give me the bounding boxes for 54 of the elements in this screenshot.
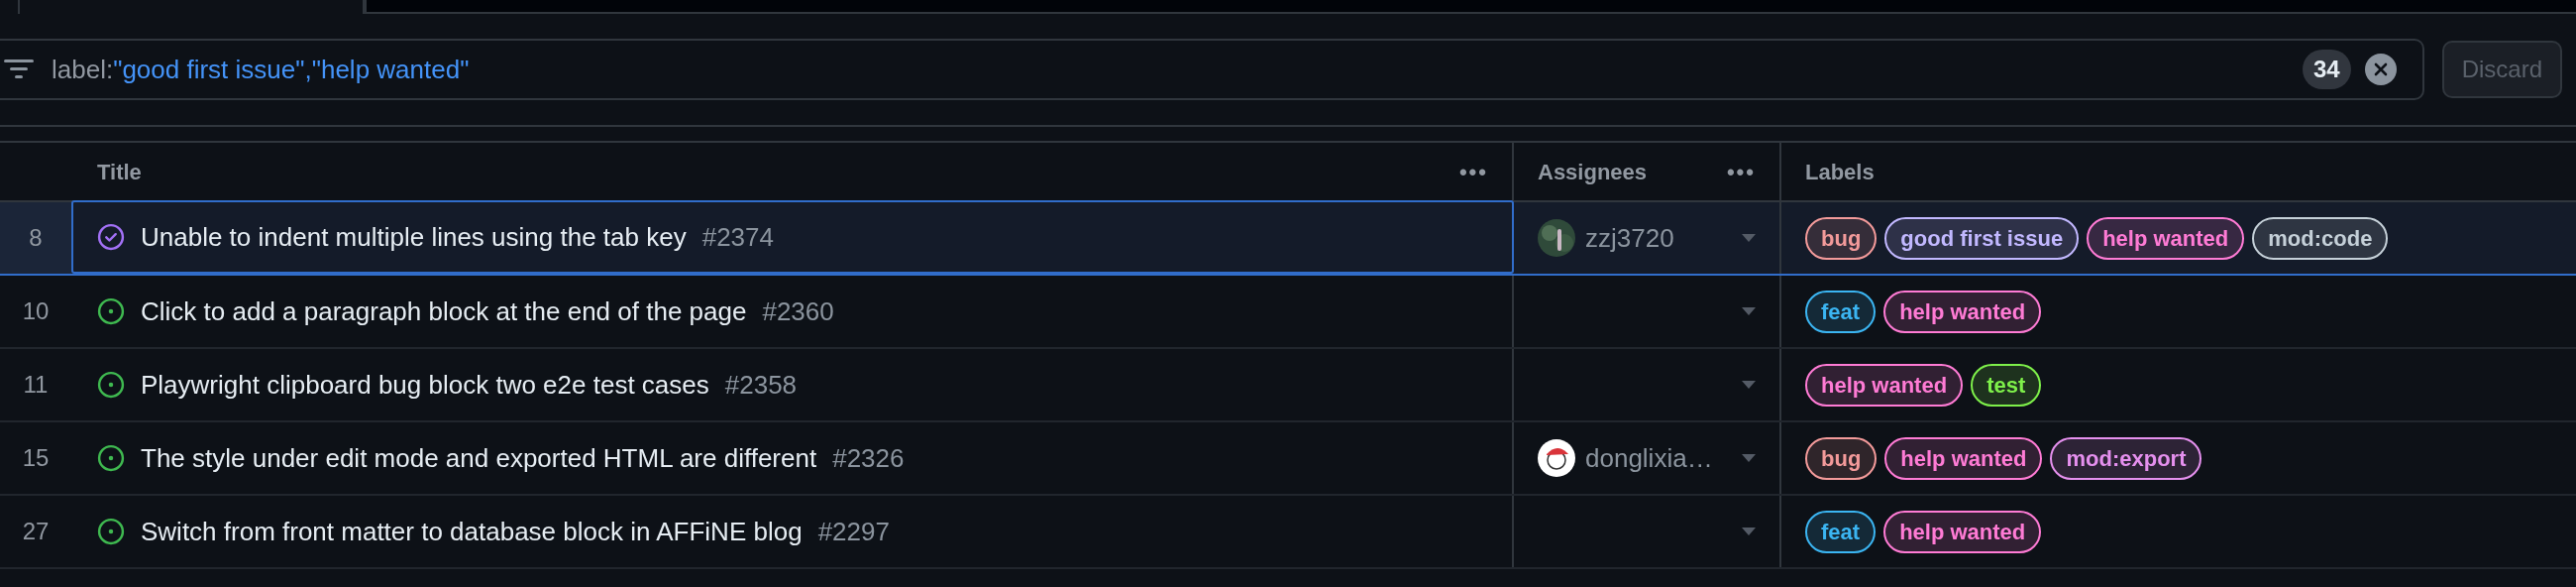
caret-icon[interactable] bbox=[1742, 381, 1756, 389]
row-number: 8 bbox=[29, 223, 43, 253]
column-menu[interactable]: ••• bbox=[1726, 155, 1756, 188]
issue-title[interactable]: Playwright clipboard bug block two e2e test cases bbox=[141, 365, 709, 405]
table-row[interactable]: 11 Playwright clipboard bug block two e2e test cases #2358 help wanted test bbox=[0, 349, 2576, 422]
caret-icon[interactable] bbox=[1742, 454, 1756, 462]
issue-number: #2358 bbox=[724, 368, 798, 402]
table-row[interactable]: 10 Click to add a paragraph block at the end of the page #2360 feat help wanted bbox=[0, 276, 2576, 349]
issue-title[interactable]: Unable to indent multiple lines using the tab key bbox=[141, 217, 687, 257]
label-tag: help wanted bbox=[1805, 363, 1964, 407]
assignee-name: donglixia… bbox=[1585, 441, 1713, 475]
caret-icon[interactable] bbox=[1742, 307, 1756, 315]
label-tag: help wanted bbox=[1884, 436, 2043, 480]
column-header[interactable]: Title bbox=[97, 155, 142, 188]
clear-button[interactable] bbox=[2364, 54, 2397, 85]
avatar bbox=[1538, 219, 1575, 257]
avatar bbox=[1538, 439, 1575, 477]
result-count: 34 bbox=[2302, 50, 2351, 89]
assignee-name: zzj3720 bbox=[1585, 221, 1674, 255]
issue-number: #2360 bbox=[762, 294, 834, 328]
label-tag: mod:code bbox=[2252, 216, 2389, 260]
filter-key: label: bbox=[52, 50, 114, 89]
issue-title[interactable]: Click to add a paragraph block at the end of the page bbox=[141, 292, 747, 331]
issue-number: #2374 bbox=[701, 220, 774, 254]
label-tag: mod:export bbox=[2050, 436, 2202, 480]
label-tag: bug bbox=[1805, 216, 1878, 260]
row-number: 11 bbox=[23, 370, 49, 400]
row-number: 10 bbox=[22, 296, 50, 326]
label-tag: test bbox=[1971, 363, 2042, 407]
row-number: 15 bbox=[22, 443, 50, 473]
close-icon bbox=[2373, 62, 2388, 76]
table-row[interactable]: 15 The style under edit mode and exported HTML are different #2326 donglixia… bug help wanted mod:export bbox=[0, 422, 2576, 496]
label-tag: good first issue bbox=[1884, 216, 2080, 260]
label-tag: help wanted bbox=[2087, 216, 2245, 260]
column-menu[interactable]: ••• bbox=[1458, 155, 1488, 188]
label-tag: feat bbox=[1805, 290, 1877, 333]
label-tag: feat bbox=[1805, 510, 1877, 553]
column-header[interactable]: Assignees bbox=[1538, 155, 1648, 188]
table-row[interactable]: 8 Unable to indent multiple lines using the tab key #2374 zzj3720 bug good first issue help wanted mod:code bbox=[0, 202, 2576, 276]
filter-field[interactable]: label:"good first issue","help wanted" 34 bbox=[0, 39, 2424, 100]
row-number: 27 bbox=[22, 517, 50, 546]
caret-icon[interactable] bbox=[1742, 528, 1756, 535]
issue-number: #2326 bbox=[832, 441, 905, 475]
label-tag: bug bbox=[1805, 436, 1878, 480]
column-header[interactable]: Labels bbox=[1805, 155, 1875, 188]
issue-title[interactable]: Switch from front matter to database block in AFFiNE blog bbox=[141, 512, 803, 551]
label-tag: help wanted bbox=[1883, 510, 2042, 553]
issue-number: #2297 bbox=[817, 515, 890, 548]
issue-title[interactable]: The style under edit mode and exported HTML are different bbox=[141, 438, 817, 478]
label-tag: help wanted bbox=[1883, 290, 2042, 333]
filter-value: "good first issue","help wanted" bbox=[113, 53, 470, 86]
filter-icon[interactable] bbox=[4, 59, 34, 80]
caret-icon[interactable] bbox=[1742, 234, 1756, 242]
table-row[interactable]: 27 Switch from front matter to database block in AFFiNE blog #2297 feat help wanted bbox=[0, 496, 2576, 569]
